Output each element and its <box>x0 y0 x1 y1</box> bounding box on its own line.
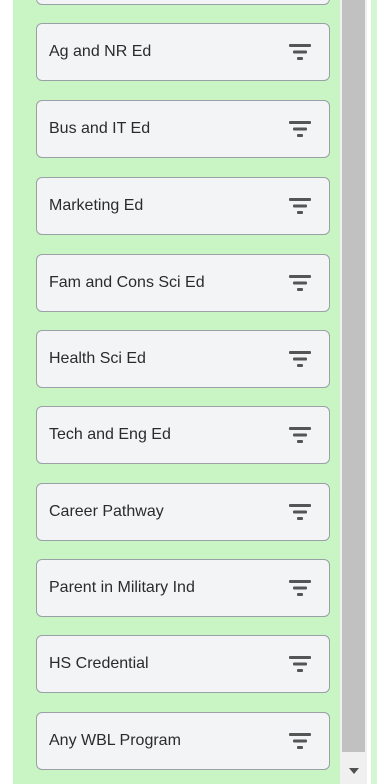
filter-item-partial[interactable] <box>36 0 330 5</box>
filter-icon[interactable] <box>289 275 311 291</box>
filter-item-label: Career Pathway <box>49 503 164 520</box>
filter-item-ag-nr-ed[interactable]: Ag and NR Ed <box>36 23 330 81</box>
filter-icon[interactable] <box>289 504 311 520</box>
filter-item-label: Marketing Ed <box>49 197 144 214</box>
filter-item-label: Parent in Military Ind <box>49 579 195 596</box>
triangle-down-icon <box>348 768 359 774</box>
filter-icon[interactable] <box>289 44 311 60</box>
scroll-thumb[interactable] <box>342 0 365 752</box>
filter-item-marketing-ed[interactable]: Marketing Ed <box>36 177 330 235</box>
filter-item-label: Bus and IT Ed <box>49 120 151 137</box>
filter-item-label: Any WBL Program <box>49 732 181 749</box>
filter-item-label: Fam and Cons Sci Ed <box>49 274 205 291</box>
filter-icon[interactable] <box>289 121 311 137</box>
filter-item-hs-credential[interactable]: HS Credential <box>36 635 330 693</box>
adjacent-panel-strip <box>371 0 377 784</box>
adjacent-panel-edge <box>367 0 382 784</box>
filter-item-label: Health Sci Ed <box>49 350 146 367</box>
filter-item-label: Ag and NR Ed <box>49 43 152 60</box>
filter-icon[interactable] <box>289 580 311 596</box>
filter-item-any-wbl-program[interactable]: Any WBL Program <box>36 712 330 770</box>
filter-icon[interactable] <box>289 427 311 443</box>
scroll-down-button[interactable] <box>340 758 367 784</box>
filter-icon[interactable] <box>289 198 311 214</box>
filter-item-label: HS Credential <box>49 655 149 672</box>
filter-panel: Ag and NR Ed Bus and IT Ed Marketing Ed … <box>13 0 340 784</box>
filter-icon[interactable] <box>289 733 311 749</box>
filter-item-label: Tech and Eng Ed <box>49 426 171 443</box>
vertical-scrollbar[interactable] <box>340 0 367 784</box>
filter-item-career-pathway[interactable]: Career Pathway <box>36 483 330 541</box>
filter-item-fam-cons-sci-ed[interactable]: Fam and Cons Sci Ed <box>36 254 330 312</box>
filter-item-parent-in-military-ind[interactable]: Parent in Military Ind <box>36 559 330 617</box>
filter-icon[interactable] <box>289 656 311 672</box>
filter-item-tech-eng-ed[interactable]: Tech and Eng Ed <box>36 406 330 464</box>
filter-icon[interactable] <box>289 351 311 367</box>
filter-item-health-sci-ed[interactable]: Health Sci Ed <box>36 330 330 388</box>
filter-item-bus-it-ed[interactable]: Bus and IT Ed <box>36 100 330 158</box>
